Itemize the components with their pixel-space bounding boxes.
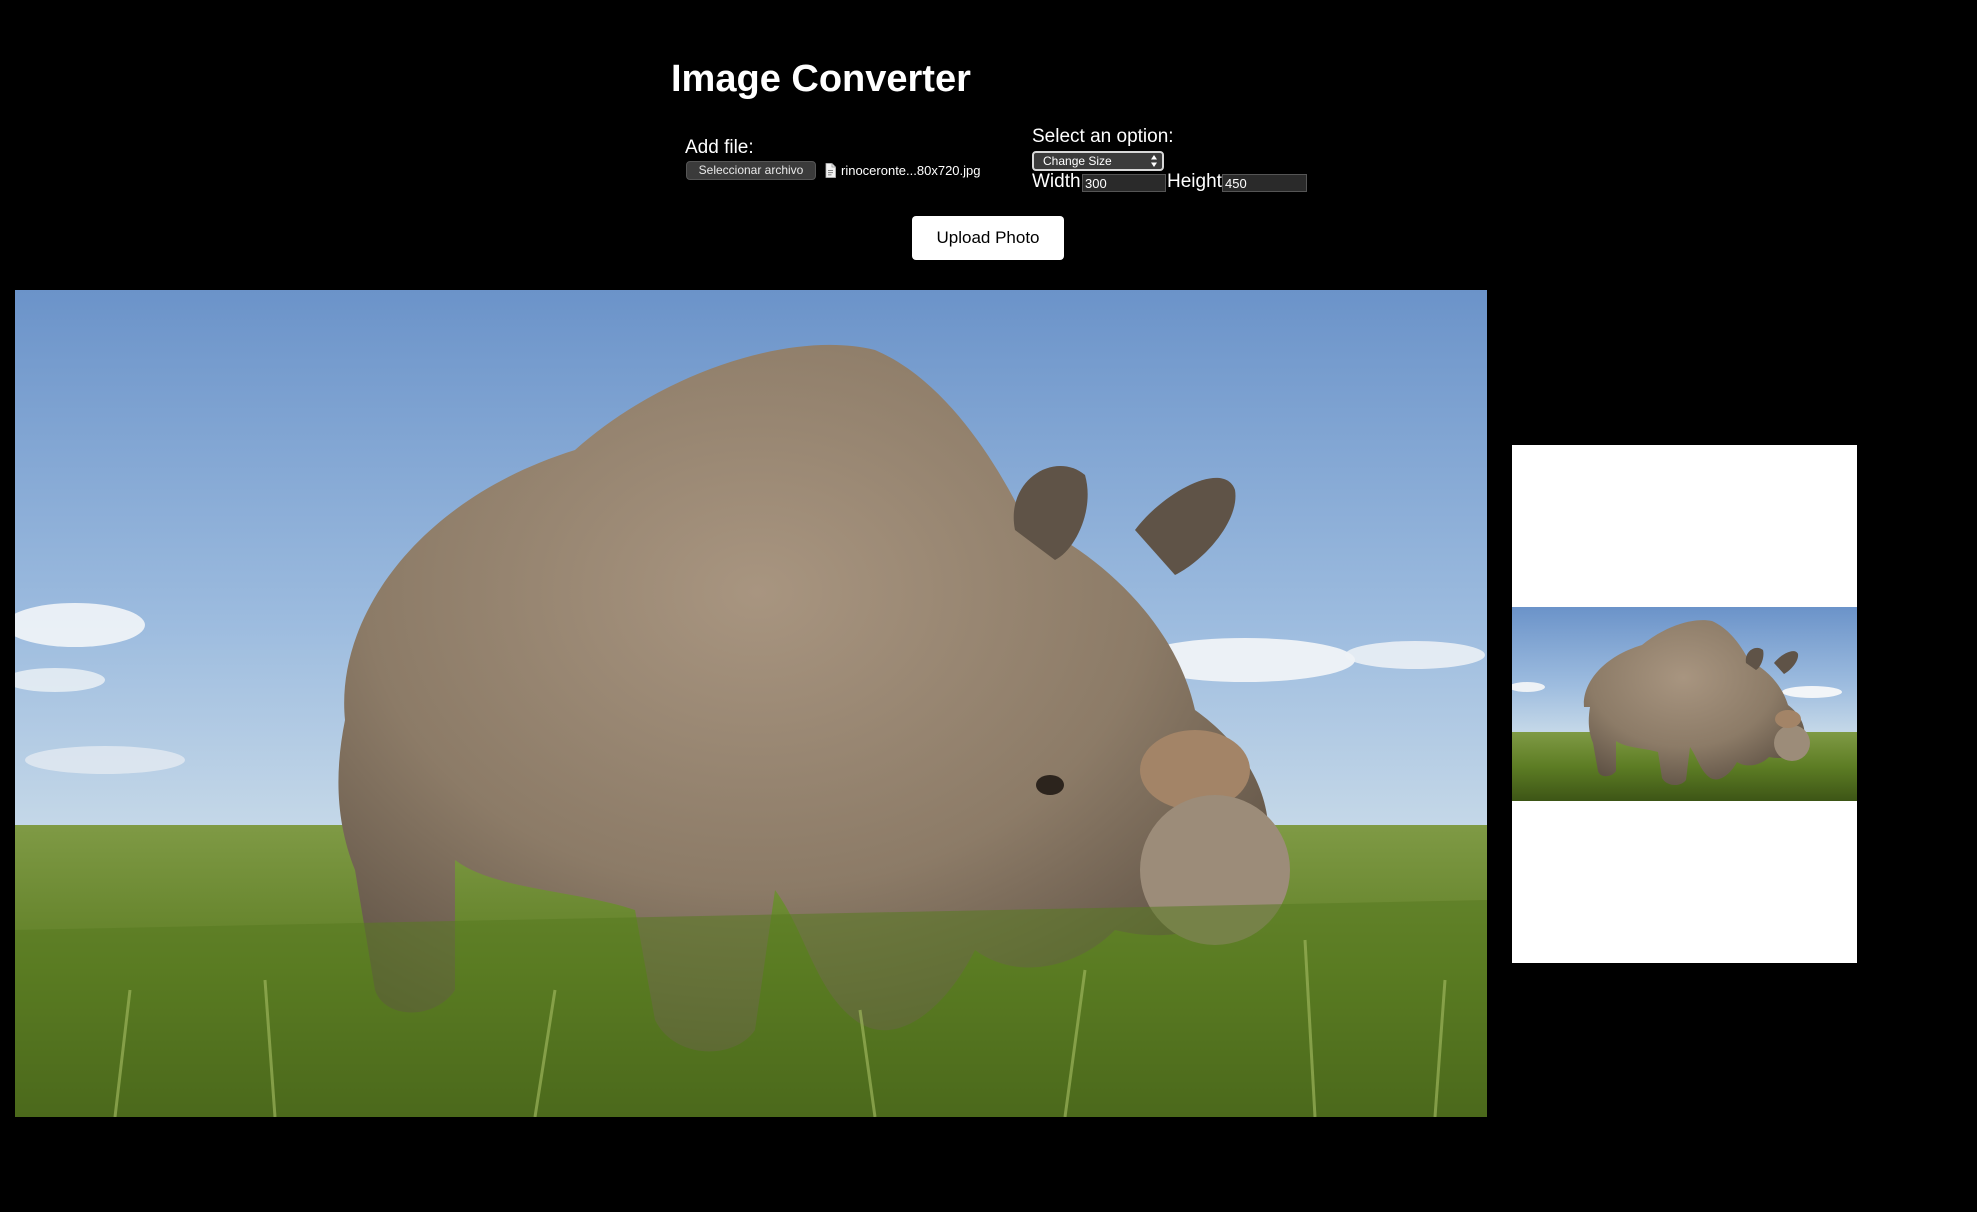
selected-file-name: rinoceronte...80x720.jpg [841,163,981,178]
select-value: Change Size [1043,154,1112,168]
select-option-label: Select an option: [1032,126,1174,147]
width-input[interactable] [1082,174,1166,192]
original-photo [15,290,1487,1117]
converted-photo [1512,607,1857,801]
page-title: Image Converter [671,58,971,100]
upload-photo-button[interactable]: Upload Photo [912,216,1064,260]
file-icon [825,163,836,178]
converted-preview-panel [1512,445,1857,963]
select-arrows-icon [1151,155,1157,167]
add-file-label: Add file: [685,137,754,158]
resize-option-select[interactable]: Change Size [1032,151,1164,171]
height-label: Height [1167,171,1222,192]
app-page: Image Converter Add file: Seleccionar ar… [0,0,1977,1212]
choose-file-button[interactable]: Seleccionar archivo [686,161,816,180]
width-label: Width [1032,171,1081,192]
height-input[interactable] [1222,174,1307,192]
